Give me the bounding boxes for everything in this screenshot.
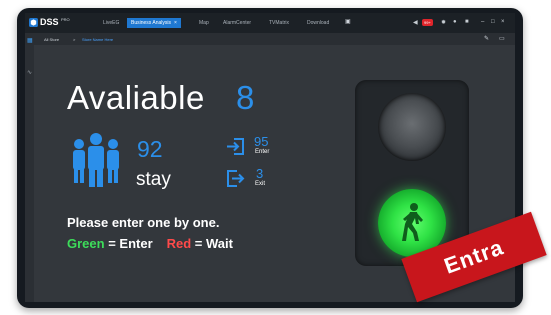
people-group-icon [73,133,119,187]
breadcrumb-current[interactable]: Store Name Here [82,37,113,42]
close-button[interactable]: × [501,19,505,25]
add-tab-icon[interactable]: ▣ [345,18,351,25]
lock-icon[interactable]: ■ [465,19,469,25]
alarm-count-badge[interactable]: 99+ [422,19,433,26]
walking-person-icon [402,203,423,241]
exit-label: Exit [255,181,266,187]
app-edition: PRO [61,17,70,22]
top-navigation-bar: DSS PRO LiveEG Business Analysis × Map Al… [25,13,515,33]
available-title: Avaliable [67,79,205,116]
user-icon[interactable]: ● [453,19,457,25]
color-legend: Green = Enter Red = Wait [67,236,233,251]
settings-gear-icon[interactable]: ✹ [441,19,446,26]
tab-alarm-center[interactable]: AlarmCenter [223,20,251,26]
available-count: 8 [236,79,255,116]
tab-business-analysis[interactable]: Business Analysis × [127,18,181,28]
exit-icon [227,170,245,187]
enter-count: 95 [254,134,269,149]
tab-tv-matrix[interactable]: TVMatrix [269,20,289,26]
tab-liveeg[interactable]: LiveEG [103,20,119,26]
legend-green-word: Green [67,236,105,251]
breadcrumb-bar: All Store > Store Name Here ✎ ▭ [25,33,515,45]
dss-logo-icon [29,18,38,27]
app-name: DSS [40,17,59,27]
minimize-button[interactable]: – [481,19,484,25]
tab-download[interactable]: Download [307,20,329,26]
breadcrumb-separator: > [73,37,76,42]
display-icon[interactable]: ▭ [499,35,505,42]
grid-icon[interactable]: ▦ [27,37,33,44]
tab-map[interactable]: Map [199,20,209,26]
edit-icon[interactable]: ✎ [484,35,489,42]
maximize-button[interactable]: □ [491,19,495,25]
chart-icon[interactable]: ∿ [27,69,32,76]
tab-business-analysis-label: Business Analysis [131,20,172,26]
speaker-icon[interactable]: ◀ [413,19,418,26]
exit-count: 3 [256,166,264,181]
stay-count: 92 [137,136,163,162]
legend-red-word: Red [166,236,192,251]
tab-close-icon[interactable]: × [174,20,177,26]
red-lamp-off [378,93,446,161]
breadcrumb-root[interactable]: All Store [44,37,59,42]
enter-icon [227,138,244,155]
traffic-light [355,80,469,266]
stay-label: stay [136,169,171,190]
legend-green-meaning: = Enter [104,236,153,251]
left-rail: ▦ ∿ [25,38,34,302]
enter-label: Enter [255,149,270,155]
legend-red-meaning: = Wait [191,236,233,251]
instruction-text: Please enter one by one. [67,215,220,230]
